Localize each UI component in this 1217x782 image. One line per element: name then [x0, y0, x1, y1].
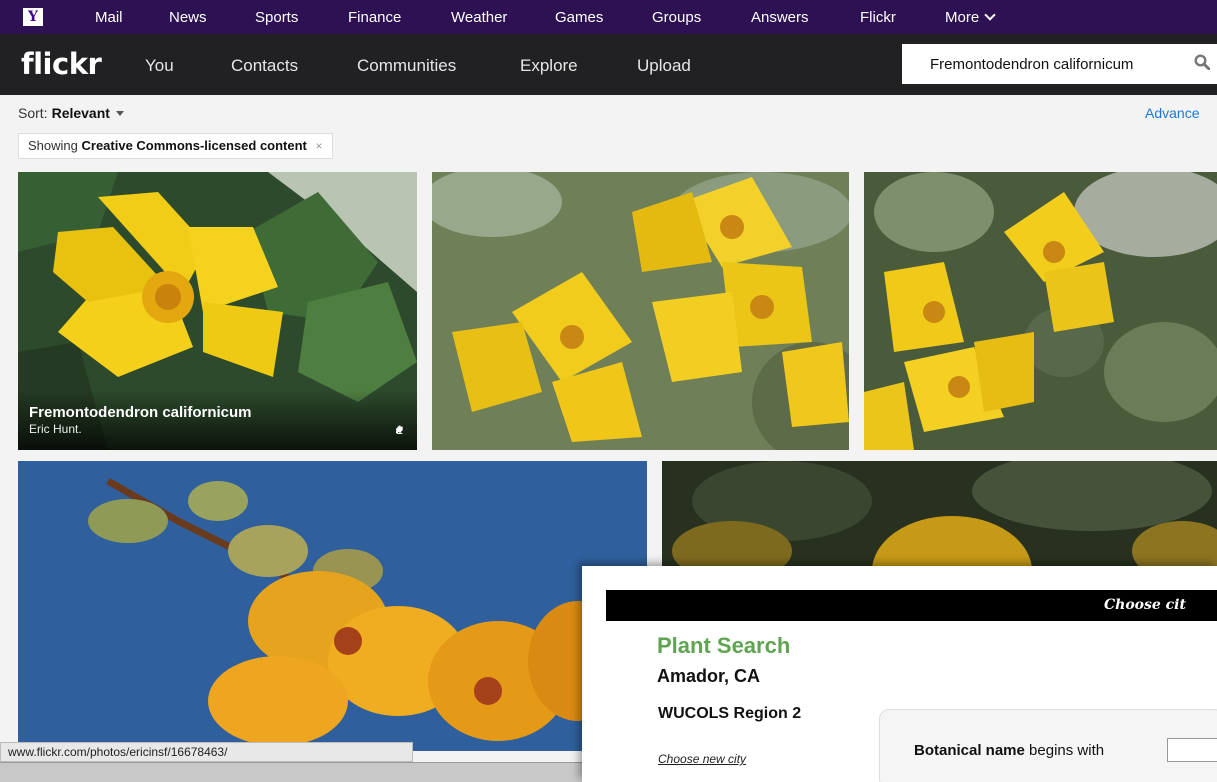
choose-new-city-link[interactable]: Choose new city — [658, 752, 746, 766]
sort-value: Relevant — [51, 105, 110, 121]
filter-prefix: Showing — [28, 138, 78, 153]
yahoo-link-weather[interactable]: Weather — [451, 9, 507, 26]
botanical-label-bold: Botanical name — [914, 742, 1025, 759]
nav-explore[interactable]: Explore — [520, 56, 578, 76]
photo-image — [864, 172, 1217, 450]
wucols-region: WUCOLS Region 2 — [658, 705, 802, 722]
yahoo-link-answers[interactable]: Answers — [751, 9, 809, 26]
plant-search-window: Choose cit Plant Search Amador, CA WUCOL… — [582, 566, 1217, 782]
photo-tile-1[interactable]: Fremontodendron californicum Eric Hunt. … — [18, 172, 417, 450]
status-bar-url: www.flickr.com/photos/ericinsf/16678463/ — [0, 742, 413, 762]
photo-tile-3[interactable] — [864, 172, 1217, 450]
advanced-search-link[interactable]: Advance — [1145, 105, 1199, 121]
photo-author[interactable]: Eric Hunt. — [29, 422, 82, 436]
filter-value: Creative Commons-licensed content — [81, 138, 307, 153]
botanical-name-input[interactable] — [1167, 738, 1217, 762]
close-icon[interactable]: × — [316, 139, 323, 153]
choose-city-heading[interactable]: Choose cit — [1104, 597, 1186, 613]
nav-communities[interactable]: Communities — [357, 56, 456, 76]
magnifier-icon[interactable] — [1194, 54, 1210, 70]
photo-title[interactable]: Fremontodendron californicum — [29, 404, 252, 421]
sort-control[interactable]: Sort: Relevant — [18, 105, 124, 121]
botanical-label-rest: begins with — [1024, 742, 1105, 759]
plant-search-title: Plant Search — [657, 633, 791, 658]
yahoo-link-games[interactable]: Games — [555, 9, 603, 26]
yahoo-link-sports[interactable]: Sports — [255, 9, 298, 26]
yahoo-link-finance[interactable]: Finance — [348, 9, 401, 26]
nav-you[interactable]: You — [145, 56, 174, 76]
flickr-logo[interactable]: flickr — [21, 47, 102, 81]
license-filter-chip: Showing Creative Commons-licensed conten… — [18, 133, 333, 159]
photo-image — [18, 461, 647, 751]
nav-upload[interactable]: Upload — [637, 56, 691, 76]
photo-image — [662, 461, 1217, 566]
search-input[interactable] — [930, 53, 1190, 75]
photo-tile-2[interactable] — [432, 172, 849, 450]
caret-down-icon — [115, 111, 124, 116]
yahoo-link-more-label: More — [945, 9, 980, 26]
sort-label: Sort: — [18, 105, 48, 121]
yahoo-logo-icon[interactable]: Y — [23, 8, 43, 26]
yahoo-link-news[interactable]: News — [169, 9, 207, 26]
photo-tile-5[interactable] — [662, 461, 1217, 566]
flickr-nav-bar: flickr You Contacts Communities Explore … — [0, 34, 1217, 95]
bottom-strip — [0, 762, 582, 782]
chevron-down-icon — [984, 9, 996, 21]
expand-icon[interactable] — [396, 423, 403, 437]
photo-tile-4[interactable] — [18, 461, 647, 751]
yahoo-link-mail[interactable]: Mail — [95, 9, 123, 26]
photo-actions: 1 — [396, 423, 403, 437]
yahoo-link-flickr[interactable]: Flickr — [860, 9, 896, 26]
yahoo-link-more[interactable]: More — [945, 9, 996, 26]
yahoo-link-groups[interactable]: Groups — [652, 9, 701, 26]
choose-city-header: Choose cit — [606, 590, 1217, 621]
botanical-label: Botanical name begins with — [914, 742, 1104, 759]
photo-image — [432, 172, 849, 450]
botanical-search-panel: Botanical name begins with — [879, 709, 1217, 782]
nav-contacts[interactable]: Contacts — [231, 56, 298, 76]
search-box — [902, 44, 1217, 84]
yahoo-top-bar: Y Mail News Sports Finance Weather Games… — [0, 0, 1217, 34]
selected-city: Amador, CA — [657, 666, 761, 686]
